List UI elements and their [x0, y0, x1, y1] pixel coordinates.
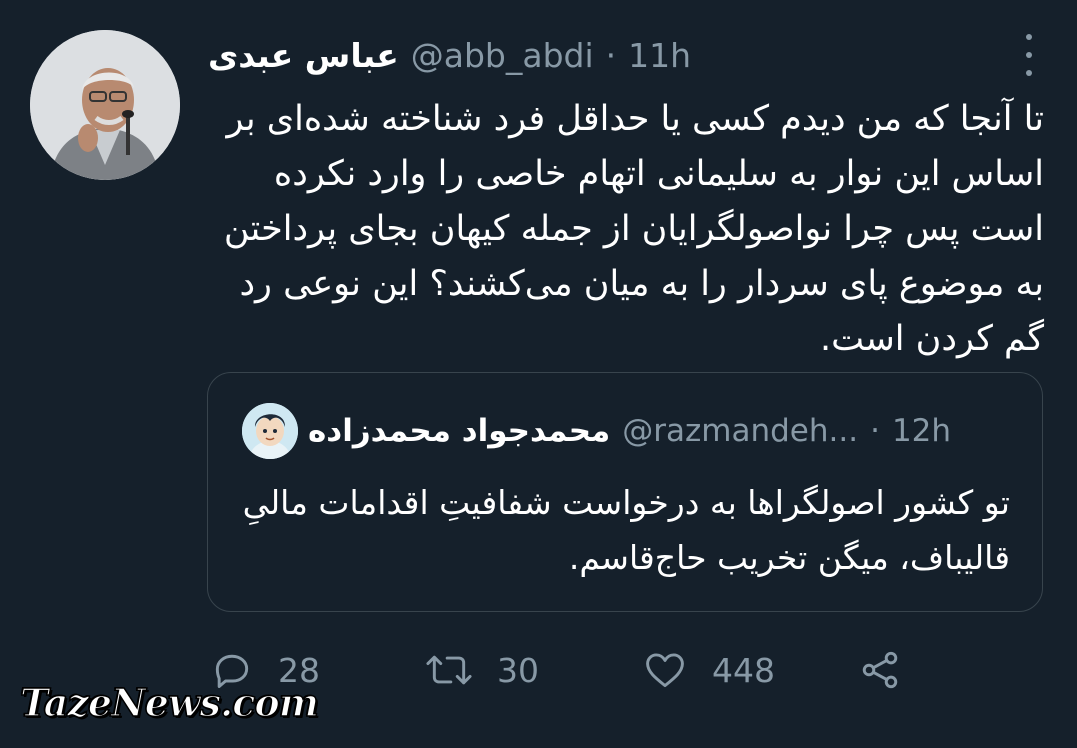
quoted-separator-dot: ·	[870, 413, 880, 449]
separator-dot: ·	[605, 35, 617, 75]
quoted-tweet[interactable]: محمدجواد محمدزاده @razmandeh... · 12h تو…	[207, 372, 1043, 612]
retweet-count: 30	[497, 650, 539, 690]
quoted-tweet-text: تو کشور اصولگراها به درخواست شفافیتِ اقد…	[242, 483, 1010, 577]
tweet-header: عباس عبدی @abb_abdi · 11h	[208, 30, 691, 80]
author-handle[interactable]: @abb_abdi	[411, 36, 594, 75]
retweet-icon	[426, 655, 472, 685]
share-icon	[862, 651, 898, 689]
tweet-actions: 28 30 448	[210, 640, 930, 700]
tweet-text: تا آنجا که من دیدم کسی یا حداقل فرد شناخ…	[223, 99, 1044, 359]
quoted-timestamp[interactable]: 12h	[892, 413, 951, 449]
quoted-author-name[interactable]: محمدجواد محمدزاده	[308, 413, 610, 449]
author-avatar[interactable]	[30, 30, 180, 180]
share-button[interactable]	[858, 640, 902, 700]
tweet-timestamp[interactable]: 11h	[628, 36, 691, 75]
like-button[interactable]: 448	[642, 640, 775, 700]
quoted-author-handle[interactable]: @razmandeh...	[622, 413, 858, 449]
more-vertical-icon[interactable]	[1023, 34, 1035, 76]
heart-icon	[646, 653, 684, 688]
quoted-tweet-header: محمدجواد محمدزاده @razmandeh... · 12h	[308, 407, 951, 455]
like-count: 448	[712, 650, 775, 690]
quoted-avatar-image	[242, 403, 298, 459]
author-name[interactable]: عباس عبدی	[208, 36, 399, 75]
quoted-author-avatar[interactable]	[242, 403, 298, 459]
avatar-image	[30, 30, 180, 180]
watermark-logo: TazeNews.com	[19, 679, 319, 726]
retweet-button[interactable]: 30	[425, 640, 539, 700]
